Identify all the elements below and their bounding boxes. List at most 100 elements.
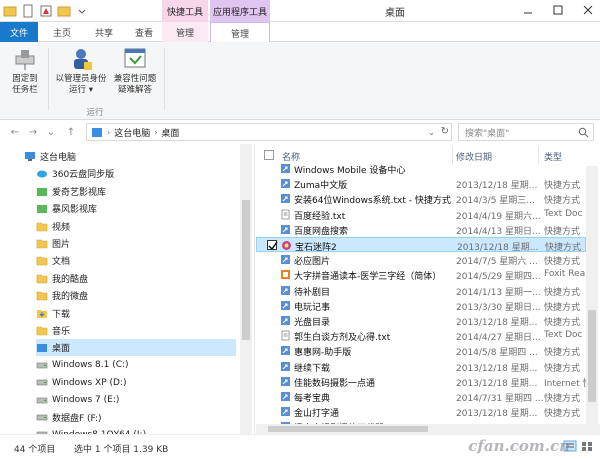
file-row[interactable]: 宝石迷阵2 2013/12/18 星期... 快捷方式 (256, 237, 586, 253)
file-row[interactable]: 光盘目录 2013/12/18 星期... 快捷方式 (256, 313, 586, 328)
file-row[interactable]: 待补剧目 2014/1/13 星期一... 快捷方式 (256, 283, 586, 298)
tab-home[interactable]: 主页 (44, 22, 80, 42)
refresh-icon[interactable]: ↻ (441, 126, 449, 137)
file-row[interactable]: 每考宝典 2014/7/31 星期四 ... 快捷方式 (256, 389, 586, 404)
tab-file[interactable]: 文件 (0, 22, 38, 42)
nav-item[interactable]: Windows8.1QY64 (I:) (36, 426, 146, 434)
nav-item[interactable]: 这台电脑 (24, 148, 76, 165)
nav-item[interactable]: 360云盘同步版 (36, 165, 114, 182)
tab-view[interactable]: 查看 (126, 22, 162, 42)
file-row[interactable]: 惠惠网-助手版 2014/5/8 星期四 ... 快捷方式 (256, 343, 586, 358)
nav-item[interactable]: 下载 (36, 305, 70, 322)
nav-item[interactable]: Windows 7 (E:) (36, 392, 119, 409)
row-checkbox[interactable] (266, 300, 276, 310)
file-row[interactable]: 百度网盘搜索 2014/4/13 星期日... 快捷方式 (256, 222, 586, 237)
nav-item[interactable]: 爱奇艺影视库 (36, 183, 106, 200)
row-checkbox[interactable] (266, 376, 276, 386)
minimize-icon[interactable] (520, 3, 536, 17)
close-icon[interactable] (580, 3, 596, 17)
nav-item[interactable]: Windows XP (D:) (36, 374, 126, 391)
pin-to-taskbar-button[interactable]: 固定到 任务栏 (6, 46, 44, 96)
file-row[interactable]: 大字拼音通读本-医学三字经（简体） 2014/5/29 星期四... Foxit R… (256, 267, 586, 282)
search-icon[interactable] (578, 127, 589, 138)
row-checkbox[interactable] (266, 224, 276, 234)
file-row[interactable]: 百度经验.txt 2014/4/19 星期六... Text Doc (256, 207, 586, 222)
file-row[interactable]: 佳能数码摄影一点通 2013/12/18 星期... Internet 快 (256, 374, 586, 389)
file-list-pane: 名称 修改日期 类型 Windows Mobile 设备中心 Zuma中文版 201… (256, 144, 600, 434)
file-row[interactable]: 电玩记事 2013/3/30 星期日... 快捷方式 (256, 298, 586, 313)
nav-item-label: 我的酷盘 (52, 274, 89, 285)
row-checkbox[interactable] (266, 345, 276, 355)
forward-icon[interactable]: → (26, 126, 40, 138)
file-row[interactable]: 金山打字通 2013/12/18 星期... 快捷方式 (256, 404, 586, 419)
runas-label-2: 运行 ▾ (69, 85, 93, 95)
row-checkbox[interactable] (266, 193, 276, 203)
row-checkbox[interactable] (266, 391, 276, 401)
breadcrumb-desktop[interactable]: 桌面 (161, 126, 179, 139)
item-count: 44 个项目 (14, 445, 56, 455)
customize-toolbar-icon[interactable] (74, 3, 90, 19)
row-checkbox[interactable] (266, 315, 276, 325)
cloud-icon (37, 170, 47, 178)
folder-icon (36, 222, 48, 231)
nav-scrollbar-thumb[interactable] (242, 200, 250, 340)
file-row[interactable]: 安装64位Windows系统.txt - 快捷方式 2014/3/5 星期三...… (256, 191, 586, 206)
nav-item[interactable]: 暴风影视库 (36, 200, 97, 217)
file-name: 大字拼音通读本-医学三字经（简体） (294, 272, 442, 283)
nav-item[interactable]: 图片 (36, 235, 70, 252)
compat-troubleshoot-button[interactable]: 兼容性问题 疑难解答 (112, 46, 158, 96)
row-checkbox[interactable] (266, 269, 276, 279)
file-row[interactable]: 郭生白谈方剂及心得.txt 2014/4/27 星期日... Text Doc (256, 328, 586, 343)
tab-manage-app[interactable]: 管理 (210, 22, 270, 43)
row-checkbox[interactable] (266, 330, 276, 340)
row-checkbox[interactable] (266, 209, 276, 219)
file-date: 2014/5/8 星期四 ... (456, 348, 538, 359)
nav-item[interactable]: 文档 (36, 252, 70, 269)
nav-item-label: 360云盘同步版 (52, 170, 115, 181)
new-folder-icon[interactable] (56, 3, 72, 19)
row-checkbox[interactable] (266, 361, 276, 371)
row-checkbox[interactable] (267, 240, 278, 251)
back-icon[interactable]: ← (8, 126, 22, 138)
file-row[interactable]: Zuma中文版 2013/12/18 星期... 快捷方式 (256, 176, 586, 191)
tab-share[interactable]: 共享 (86, 22, 122, 42)
recent-locations-icon[interactable]: ⌄ (44, 126, 58, 138)
search-input[interactable]: 搜索"桌面" (458, 123, 594, 141)
file-scrollbar-thumb[interactable] (588, 310, 596, 402)
row-checkbox[interactable] (266, 406, 276, 416)
nav-item[interactable]: Windows 8.1 (C:) (36, 357, 129, 374)
nav-item[interactable]: 数据盘F (F:) (36, 409, 102, 426)
file-date: 2013/12/18 星期... (456, 378, 538, 389)
nav-item[interactable]: 我的酷盘 (36, 270, 88, 287)
address-bar[interactable]: › 这台电脑 › 桌面 ⌄ ↻ (86, 123, 452, 141)
breadcrumb-this-pc[interactable]: 这台电脑 (114, 126, 150, 139)
nav-item[interactable]: 桌面 (36, 339, 236, 357)
address-dropdown-icon[interactable]: ⌄ (428, 128, 435, 137)
large-icons-view-icon[interactable] (580, 440, 594, 452)
file-row[interactable]: Windows Mobile 设备中心 (256, 161, 586, 176)
file-row[interactable]: 继续下载 2013/12/18 星期... 快捷方式 (256, 359, 586, 374)
pane-divider[interactable] (254, 144, 255, 434)
run-as-admin-button[interactable]: 以管理员身份 运行 ▾ (52, 46, 110, 96)
file-date: 2013/12/18 星期... (457, 243, 539, 253)
row-checkbox[interactable] (266, 254, 276, 264)
file-name: 金山打字通 (294, 409, 340, 420)
horizontal-scrollbar-thumb[interactable] (268, 426, 428, 432)
up-icon[interactable]: ↑ (64, 126, 78, 138)
nav-item[interactable]: 我的微盘 (36, 287, 88, 304)
new-document-icon[interactable] (20, 3, 36, 19)
tab-manage-shortcut[interactable]: 管理 (162, 22, 208, 42)
row-checkbox[interactable] (266, 178, 276, 188)
row-checkbox[interactable] (266, 163, 276, 173)
file-row[interactable]: 必应图片 2014/7/5 星期六 ... 快捷方式 (256, 252, 586, 267)
properties-icon[interactable] (38, 3, 54, 19)
nav-item[interactable]: 视频 (36, 218, 70, 235)
maximize-icon[interactable] (550, 3, 566, 17)
row-checkbox[interactable] (266, 285, 276, 295)
app-folder-icon[interactable] (2, 3, 18, 19)
select-all-checkbox[interactable] (264, 150, 274, 160)
nav-item-label: 爱奇艺影视库 (52, 187, 107, 198)
troubleshoot-icon (124, 48, 146, 68)
nav-item[interactable]: 音乐 (36, 322, 70, 339)
pdf-icon (281, 270, 290, 280)
